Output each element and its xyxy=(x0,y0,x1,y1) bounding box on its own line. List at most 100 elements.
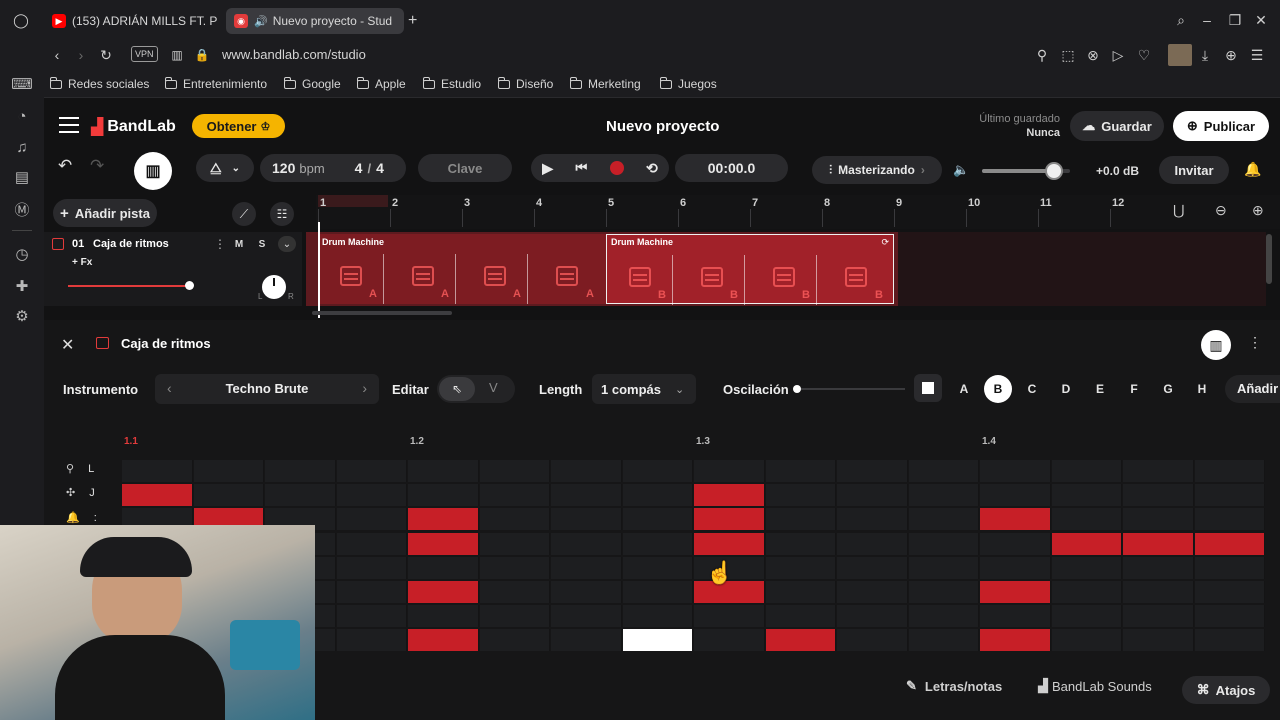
settings-icon[interactable]: ⚙ xyxy=(12,306,32,326)
bookmark-redes-sociales[interactable]: Redes sociales xyxy=(50,76,149,92)
tempo-value[interactable]: 120 xyxy=(272,160,295,176)
close-editor-icon[interactable]: ✕ xyxy=(61,335,74,355)
lyrics-notes-button[interactable]: ✎ Letras/notas xyxy=(906,678,1002,694)
loop-icon[interactable]: ⟲ xyxy=(646,160,658,177)
back-icon[interactable]: ‹ xyxy=(48,46,66,64)
step-cell[interactable] xyxy=(980,532,1051,555)
step-cell[interactable] xyxy=(622,581,693,603)
step-cell[interactable] xyxy=(908,629,979,652)
step-cell[interactable] xyxy=(765,556,836,579)
playhead[interactable] xyxy=(318,222,320,318)
step-cell-on[interactable] xyxy=(408,581,479,603)
step-cell[interactable] xyxy=(837,556,908,579)
new-tab-button[interactable]: + xyxy=(408,12,417,30)
instrument-selector[interactable]: ‹ Techno Brute › xyxy=(155,374,379,404)
step-cell[interactable] xyxy=(1123,605,1194,628)
step-cell[interactable] xyxy=(336,605,407,628)
step-cell[interactable] xyxy=(336,460,407,482)
step-cell[interactable] xyxy=(551,508,622,531)
bookmark-google[interactable]: Google xyxy=(284,76,341,92)
step-cell-on[interactable] xyxy=(694,484,765,507)
track-name[interactable]: Caja de ritmos xyxy=(93,238,169,250)
step-cell[interactable] xyxy=(551,629,622,652)
minimize-icon[interactable]: – xyxy=(1198,11,1216,29)
step-cell[interactable] xyxy=(479,605,550,628)
save-button[interactable]: ☁ Guardar xyxy=(1070,111,1164,141)
pin-icon[interactable]: ⚲ xyxy=(1033,46,1051,64)
zoom-out-icon[interactable]: ⊖ xyxy=(1215,202,1227,219)
step-cell-on[interactable] xyxy=(980,508,1051,531)
opera-logo-icon[interactable]: ◯ xyxy=(12,11,30,29)
step-cell[interactable] xyxy=(980,484,1051,507)
play-icon[interactable]: ▶ xyxy=(542,160,553,177)
invite-button[interactable]: Invitar xyxy=(1159,156,1229,184)
step-cell[interactable] xyxy=(1194,460,1265,482)
reader-icon[interactable]: ▥ xyxy=(168,46,186,64)
bookmark-entretenimiento[interactable]: Entretenimiento xyxy=(165,76,267,92)
row-label[interactable]: ⚲ L xyxy=(66,462,94,476)
zoom-in-icon[interactable]: ⊕ xyxy=(1252,202,1264,219)
step-cell-on[interactable] xyxy=(1051,532,1122,555)
pattern-b-button[interactable]: B xyxy=(984,375,1012,403)
step-cell[interactable] xyxy=(837,581,908,603)
step-cell[interactable] xyxy=(336,581,407,603)
edit-mode-toggle[interactable]: ⇖ V xyxy=(437,375,515,403)
step-cell-on[interactable] xyxy=(1123,532,1194,555)
settings-sliders-icon[interactable]: ☷ xyxy=(270,202,294,226)
magnet-icon[interactable]: ⋃ xyxy=(1173,202,1184,219)
history-icon[interactable]: ◷ xyxy=(12,244,32,264)
step-cell[interactable] xyxy=(551,556,622,579)
pattern-g-button[interactable]: G xyxy=(1154,375,1182,403)
step-cell-on[interactable] xyxy=(694,532,765,555)
clear-pattern-button[interactable] xyxy=(914,374,942,402)
step-cell[interactable] xyxy=(1194,581,1265,603)
hamburger-menu-icon[interactable] xyxy=(59,117,79,133)
step-cell[interactable] xyxy=(622,484,693,507)
tempo-timesig-field[interactable]: 120 bpm 4 / 4 xyxy=(260,154,406,182)
step-cell[interactable] xyxy=(1123,581,1194,603)
track-more-icon[interactable]: ⋮ xyxy=(214,237,226,251)
profile-avatar[interactable] xyxy=(1168,44,1192,66)
step-cell[interactable] xyxy=(694,629,765,652)
step-cell-on[interactable] xyxy=(694,508,765,531)
step-cell[interactable] xyxy=(622,532,693,555)
close-window-icon[interactable]: ✕ xyxy=(1252,11,1270,29)
step-cell[interactable] xyxy=(622,556,693,579)
step-cell-on[interactable] xyxy=(980,629,1051,652)
keyboard-instrument-button[interactable]: ▥ xyxy=(134,152,172,190)
loop-clip-icon[interactable]: ⟳ xyxy=(881,237,889,248)
step-cell[interactable] xyxy=(479,484,550,507)
add-pattern-button[interactable]: Añadir xyxy=(1225,375,1280,403)
drum-clip-a[interactable]: Drum Machine A A A A xyxy=(318,234,606,304)
solo-button[interactable]: S xyxy=(253,236,271,252)
step-cell[interactable] xyxy=(765,605,836,628)
adblock-icon[interactable]: ⊗ xyxy=(1084,46,1102,64)
pattern-e-button[interactable]: E xyxy=(1086,375,1114,403)
download-icon[interactable]: ⤓ xyxy=(1196,46,1214,64)
master-volume-slider[interactable] xyxy=(982,162,1070,180)
step-cell[interactable] xyxy=(551,460,622,482)
step-cell[interactable] xyxy=(980,605,1051,628)
timeline-scrollbar[interactable] xyxy=(312,311,452,315)
step-cell[interactable] xyxy=(837,508,908,531)
step-cell[interactable] xyxy=(336,556,407,579)
url-text[interactable]: www.bandlab.com/studio xyxy=(222,47,366,62)
next-instrument-icon[interactable]: › xyxy=(362,380,367,396)
lock-icon[interactable]: 🔒 xyxy=(193,46,211,64)
bandlab-sounds-button[interactable]: ▟ BandLab Sounds xyxy=(1038,678,1152,694)
bell-icon[interactable]: 🔔 xyxy=(1244,161,1261,178)
step-cell[interactable] xyxy=(336,532,407,555)
row-label[interactable]: 🔔: xyxy=(66,511,97,525)
step-cell[interactable] xyxy=(908,532,979,555)
step-cell[interactable] xyxy=(265,460,336,482)
redo-icon[interactable]: ↷ xyxy=(90,156,104,176)
pattern-d-button[interactable]: D xyxy=(1052,375,1080,403)
step-cell[interactable] xyxy=(1051,484,1122,507)
step-cell[interactable] xyxy=(837,629,908,652)
step-cell[interactable] xyxy=(622,508,693,531)
step-cell[interactable] xyxy=(1123,460,1194,482)
track-header[interactable]: 01 Caja de ritmos + Fx ⋮ M S ⌄ L R xyxy=(44,232,302,306)
step-cell[interactable] xyxy=(980,556,1051,579)
step-cell[interactable] xyxy=(408,605,479,628)
step-cell[interactable] xyxy=(622,605,693,628)
